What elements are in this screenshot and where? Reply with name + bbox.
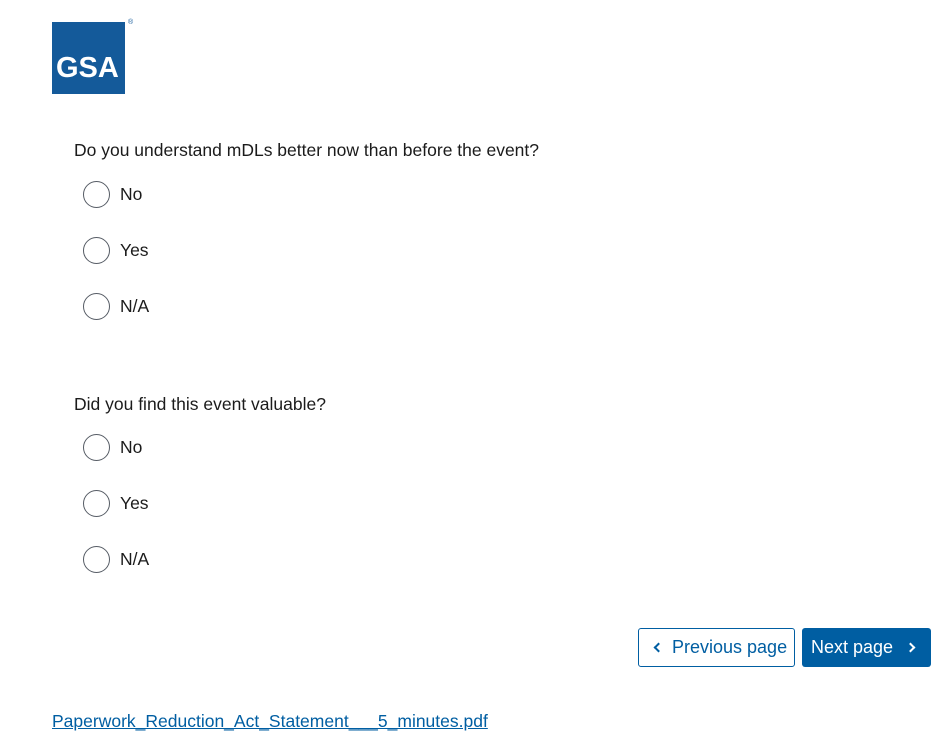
radio-button[interactable] [83, 489, 110, 517]
question-2-option-yes[interactable]: Yes [83, 489, 149, 517]
gsa-logo: GSA [52, 22, 125, 94]
radio-button[interactable] [83, 545, 110, 573]
option-label: N/A [120, 548, 150, 569]
paperwork-reduction-act-link[interactable]: Paperwork_Reduction_Act_Statement___5_mi… [52, 711, 488, 732]
chevron-left-icon [653, 642, 664, 653]
previous-page-button[interactable]: Previous page [638, 628, 795, 667]
previous-page-label: Previous page [672, 637, 788, 657]
chevron-right-icon [905, 642, 916, 653]
registered-mark: ® [128, 19, 134, 26]
option-label: Yes [120, 492, 149, 513]
question-2-option-na[interactable]: N/A [83, 545, 149, 573]
radio-button[interactable] [83, 236, 110, 264]
option-label: No [120, 436, 143, 457]
question-2-label: Did you find this event valuable? [74, 394, 326, 414]
option-label: N/A [120, 295, 150, 316]
question-1-option-na[interactable]: N/A [83, 292, 149, 320]
radio-button[interactable] [83, 433, 110, 461]
question-1-option-no[interactable]: No [83, 180, 142, 208]
next-page-button[interactable]: Next page [802, 628, 931, 667]
question-1-option-yes[interactable]: Yes [83, 236, 149, 264]
option-label: Yes [120, 239, 149, 260]
question-1-label: Do you understand mDLs better now than b… [74, 140, 540, 160]
option-label: No [120, 183, 143, 204]
radio-button[interactable] [83, 292, 110, 320]
logo-text: GSA [56, 52, 119, 84]
radio-button[interactable] [83, 180, 110, 208]
next-page-label: Next page [811, 637, 894, 657]
question-2-option-no[interactable]: No [83, 433, 142, 461]
